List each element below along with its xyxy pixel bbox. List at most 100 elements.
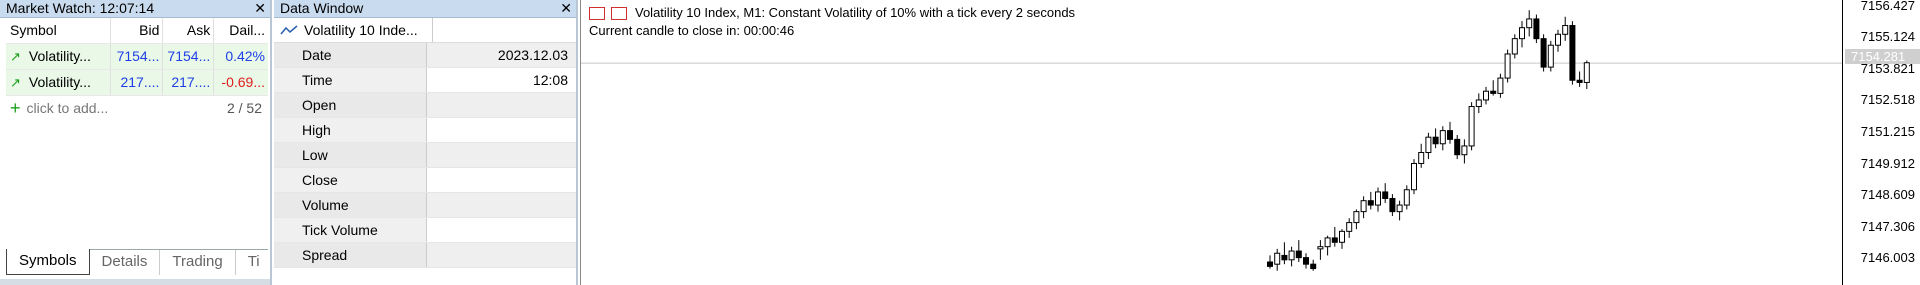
symbol-count: 2 / 52 [226, 100, 262, 116]
price-tick-label: 7156.427 [1860, 0, 1915, 13]
line-chart-icon [280, 25, 298, 35]
candle-body [1339, 230, 1345, 243]
candle-body [1425, 136, 1432, 154]
candle [1461, 139, 1468, 164]
candle-body [1562, 25, 1569, 35]
add-symbol-cell: + click to add... [6, 96, 206, 121]
candle-body [1403, 189, 1410, 206]
data-row-low: Low [274, 143, 576, 168]
candle-body [1432, 136, 1439, 145]
data-key: Close [274, 168, 427, 192]
candle [1547, 40, 1554, 72]
column-header-ask[interactable]: Ask [163, 18, 215, 43]
market-watch-tabs: Symbols Details Trading Ti [6, 249, 268, 275]
candle [1447, 121, 1453, 144]
candle-body [1526, 18, 1533, 29]
candle-body [1346, 222, 1353, 232]
candle-body [1519, 27, 1525, 40]
table-row[interactable]: ↗ Volatility... 217.... 217.... -0.69... [6, 70, 268, 96]
candles-layer [581, 10, 1843, 271]
daily-change-cell: -0.69... [221, 74, 266, 90]
candle-body [1295, 250, 1302, 259]
data-value [427, 93, 576, 117]
candle [1526, 10, 1533, 37]
candle-body [1475, 99, 1482, 108]
current-price-tag: 7154.281 [1845, 49, 1920, 64]
price-tick-label: 7151.215 [1860, 124, 1915, 139]
data-key: Tick Volume [274, 218, 427, 242]
data-row-date: Date 2023.12.03 [274, 43, 576, 68]
candle-body [1310, 263, 1317, 270]
ask-cell: 7154... [163, 44, 215, 69]
column-header-daily[interactable]: Dail... [214, 18, 268, 43]
candle-body [1583, 62, 1590, 83]
candle [1303, 253, 1309, 269]
tab-trading[interactable]: Trading [160, 250, 236, 275]
price-tick-label: 7148.609 [1860, 187, 1915, 202]
data-window-rows: Date 2023.12.03 Time 12:08 Open High Low… [274, 43, 576, 268]
candle [1367, 191, 1374, 210]
candle-body [1317, 246, 1324, 250]
candle-body [1447, 130, 1453, 140]
data-key: Spread [274, 243, 427, 267]
data-value [427, 193, 576, 217]
data-value [427, 118, 576, 142]
tab-ticks[interactable]: Ti [236, 250, 270, 275]
candle-body [1468, 106, 1475, 147]
add-symbol-row[interactable]: + click to add... 2 / 52 [6, 96, 268, 121]
price-chart[interactable]: Volatility 10 Index, M1: Constant Volati… [580, 0, 1920, 285]
candle-body [1439, 130, 1446, 145]
candle [1331, 226, 1338, 247]
data-row-volume: Volume [274, 193, 576, 218]
data-row-open: Open [274, 93, 576, 118]
candle-body [1576, 79, 1583, 83]
candle-body [1267, 261, 1273, 267]
candle [1346, 218, 1353, 238]
table-row[interactable]: ↗ Volatility... 7154... 7154... 0.42% [6, 44, 268, 70]
candle-body [1331, 237, 1338, 243]
bid-cell: 217.... [111, 70, 164, 95]
data-value: 12:08 [427, 68, 576, 92]
data-row-high: High [274, 118, 576, 143]
close-icon[interactable]: ✕ [560, 0, 572, 17]
market-watch-panel: Market Watch: 12:07:14 ✕ Symbol Bid Ask … [0, 0, 272, 285]
candle [1310, 259, 1317, 271]
data-window-titlebar[interactable]: Data Window ✕ [274, 0, 576, 18]
candle [1555, 29, 1561, 52]
candle-body [1303, 257, 1309, 265]
candle-body [1382, 191, 1389, 199]
candle [1267, 255, 1273, 269]
candle [1339, 229, 1345, 249]
symbol-cell: ↗ Volatility... [6, 70, 111, 95]
candle-body [1504, 53, 1511, 79]
data-key: Date [274, 43, 427, 67]
close-icon[interactable]: ✕ [254, 0, 266, 17]
horizontal-scrollbar[interactable] [0, 279, 270, 285]
data-window-symbol-cell[interactable]: Volatility 10 Inde... [274, 18, 433, 42]
candle-body [1411, 162, 1417, 191]
column-header-bid[interactable]: Bid [111, 18, 164, 43]
candle-body [1490, 90, 1497, 94]
candle [1324, 235, 1331, 256]
candle-body [1367, 200, 1374, 206]
column-header-symbol[interactable]: Symbol [6, 18, 111, 43]
data-key: Volume [274, 193, 427, 217]
candle [1468, 102, 1475, 151]
plus-icon: + [10, 98, 21, 118]
data-window-panel: Data Window ✕ Volatility 10 Inde... Date… [274, 0, 578, 285]
symbol-name: Volatility... [28, 74, 91, 90]
candle-body [1274, 252, 1281, 265]
data-value [427, 218, 576, 242]
candle [1439, 126, 1446, 151]
candle [1425, 132, 1432, 160]
market-watch-titlebar[interactable]: Market Watch: 12:07:14 ✕ [0, 0, 270, 18]
table-header: Symbol Bid Ask Dail... [6, 18, 268, 44]
candle-body [1461, 145, 1468, 156]
candle [1483, 86, 1489, 105]
tab-symbols[interactable]: Symbols [6, 249, 90, 275]
tab-details[interactable]: Details [90, 250, 161, 275]
candle-body [1288, 250, 1295, 261]
candle [1504, 49, 1511, 83]
candle-body [1547, 44, 1554, 68]
candle [1497, 73, 1504, 98]
